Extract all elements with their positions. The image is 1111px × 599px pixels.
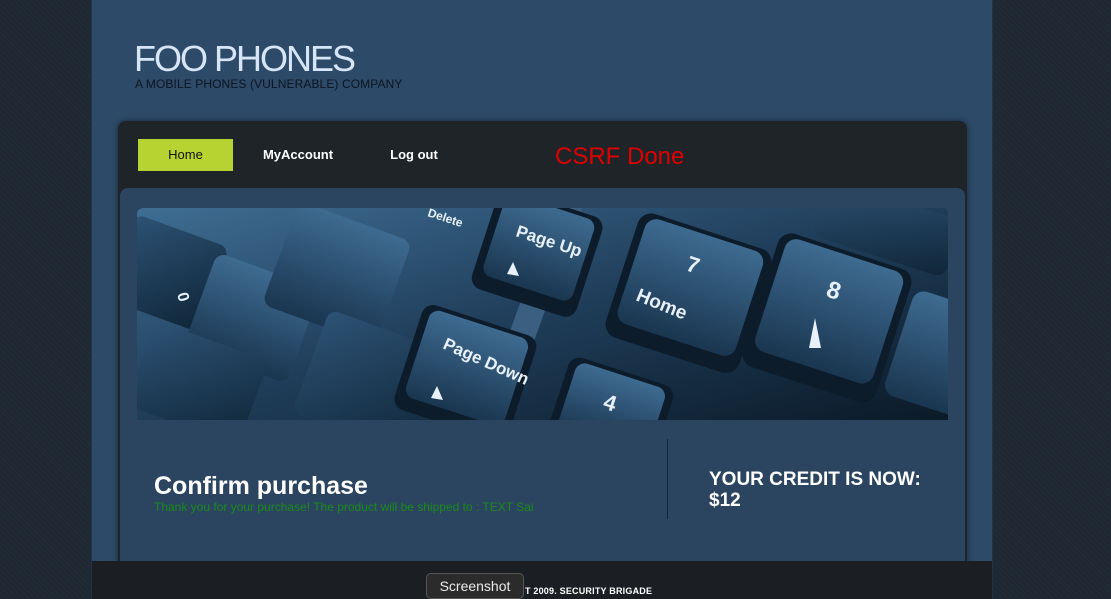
site-logo-subtitle: A MOBILE PHONES (VULNERABLE) COMPANY [135,77,403,91]
confirm-purchase-heading: Confirm purchase [154,472,368,500]
nav-logout[interactable]: Log out [374,139,454,171]
footer-copyright: T 2009. SECURITY BRIGADE [525,586,653,596]
footer: T 2009. SECURITY BRIGADE [92,561,992,599]
csrf-status-text: CSRF Done [555,143,685,170]
page-container: FOO PHONES A MOBILE PHONES (VULNERABLE) … [92,0,992,599]
content-panel: Page Up 7 8 Home Page Down 4 0 Delete Co… [120,188,965,599]
purchase-message: Thank you for your purchase! The product… [154,500,534,514]
nav-myaccount[interactable]: MyAccount [253,139,343,171]
site-logo-title: FOO PHONES [134,38,356,79]
keyboard-banner-image: Page Up 7 8 Home Page Down 4 0 Delete [137,208,948,420]
screenshot-button[interactable]: Screenshot [426,573,524,599]
credit-balance: YOUR CREDIT IS NOW: $12 [709,469,921,511]
nav-home[interactable]: Home [138,139,233,171]
purchase-confirmation: Confirm purchase Thank you for your purc… [154,471,634,514]
main-frame: Home MyAccount Log out CSRF Done Page Up… [118,121,967,599]
column-divider [667,439,668,519]
